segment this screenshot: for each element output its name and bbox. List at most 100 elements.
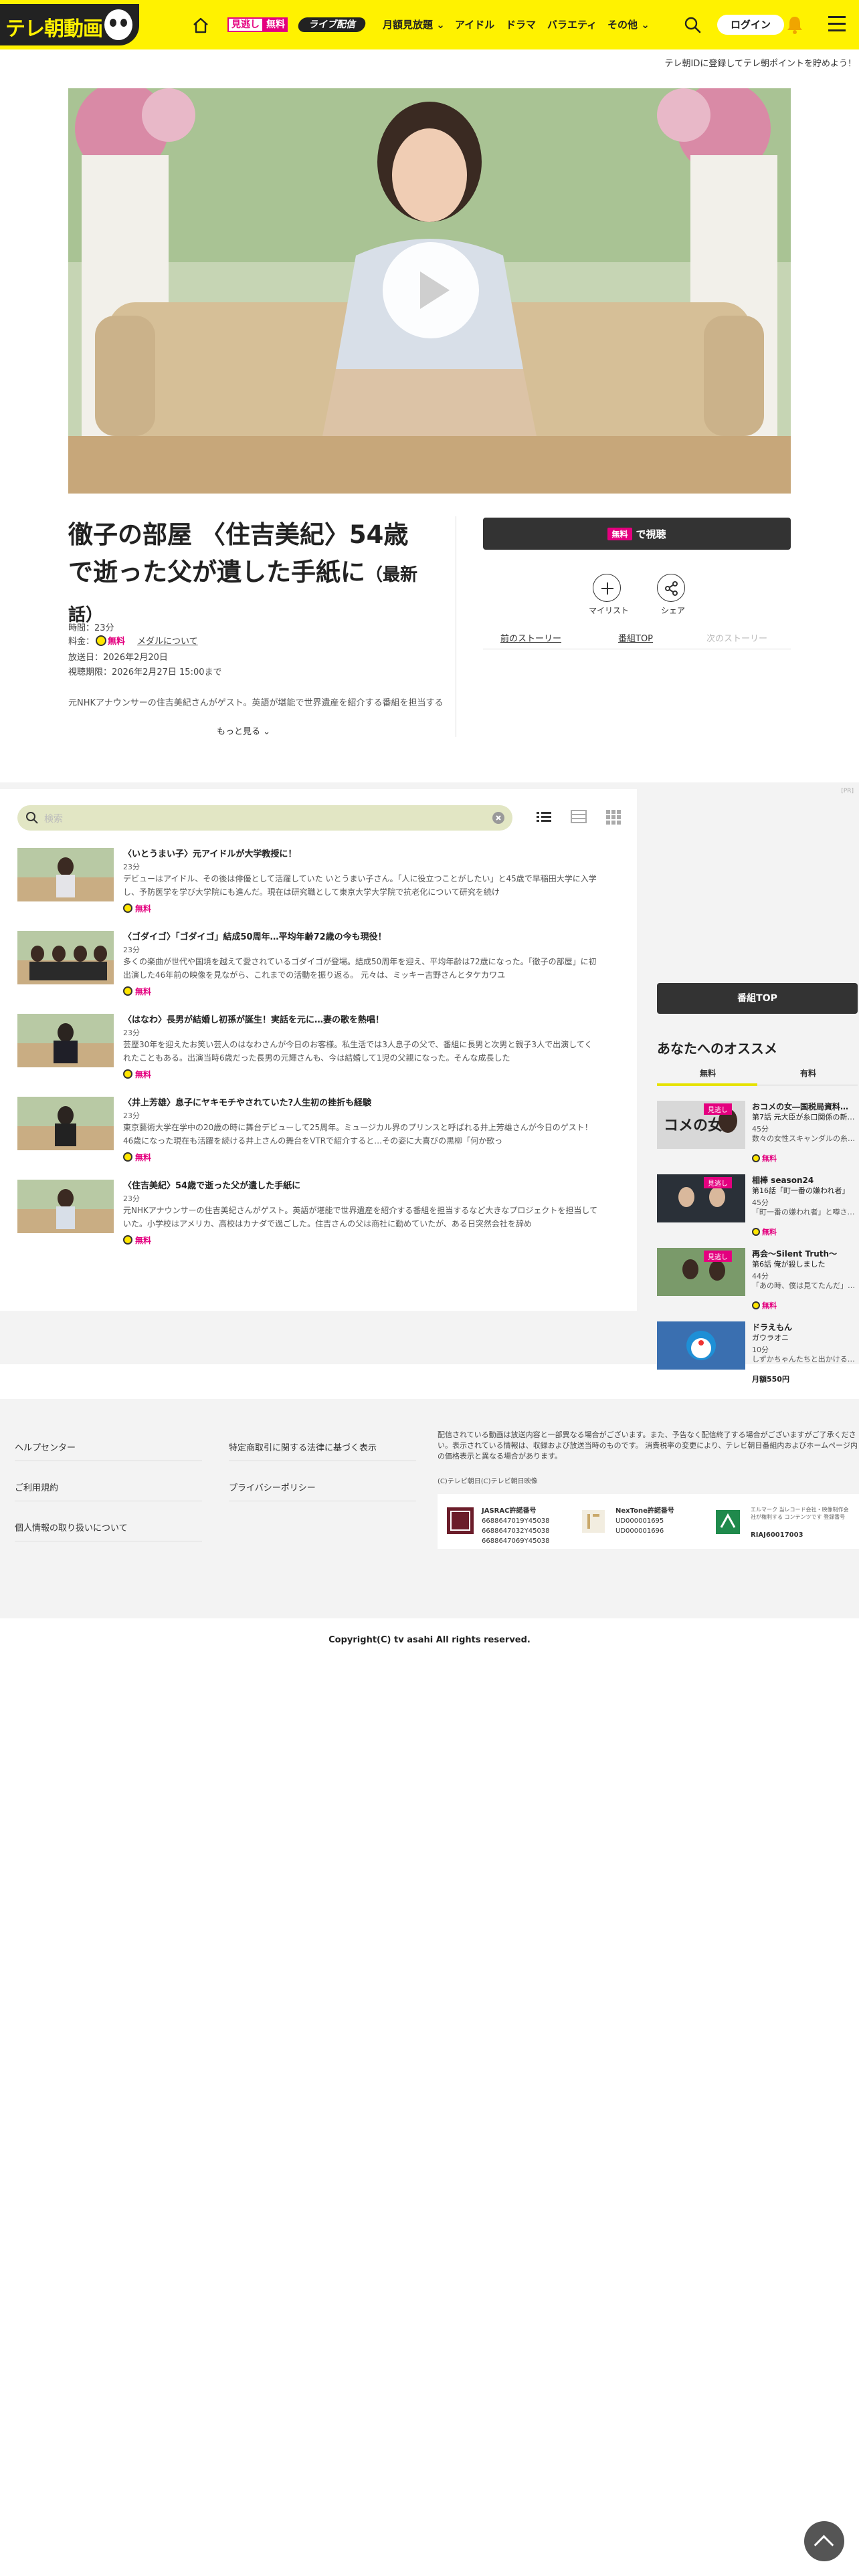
next-story-link: 次のストーリー [706, 634, 768, 644]
clear-icon[interactable] [492, 812, 504, 824]
episode-title-text: 徹子の部屋 〈住吉美紀〉54歳で逝った父が遺した手紙に [68, 520, 409, 586]
episode-item-title: 〈ゴダイゴ〉「ゴダイゴ」結成50周年…平均年齢72歳の今も現役！ [123, 932, 387, 942]
episode-item-duration: 23分 [123, 946, 140, 954]
nav-drama[interactable]: ドラマ [506, 17, 536, 31]
video-player[interactable] [68, 88, 791, 494]
grid-view-icon[interactable] [605, 808, 622, 825]
medal-link[interactable]: メダルについて [137, 637, 198, 647]
point-notice[interactable]: テレ朝IDに登録してテレ朝ポイントを貯めよう！ [665, 56, 856, 69]
mitoshi-free-link[interactable]: 見逃し 無料 [227, 17, 288, 32]
live-link[interactable]: ライブ配信 [296, 17, 367, 32]
search-icon[interactable] [682, 15, 702, 35]
episode-item[interactable]: 〈はなわ〉長男が結婚し初孫が誕生！実話を元に…妻の歌を熱唱！ 23分 芸歴30年… [17, 1012, 619, 1079]
nav-idol[interactable]: アイドル [455, 17, 494, 31]
free-coin-icon [123, 1069, 132, 1079]
mylist-label: マイリスト [589, 606, 630, 615]
watch-button[interactable]: 無料 で視聴 [483, 518, 791, 550]
svg-text:コメの女: コメの女 [664, 1117, 723, 1134]
recommend-item-title: 再会～Silent Truth～ [752, 1249, 838, 1259]
episode-item-free: 無料 [123, 986, 151, 997]
jasrac-number: 6688647069Y45038 [482, 1537, 550, 1545]
nextone-title: NexTone許諾番号 [615, 1507, 674, 1515]
hamburger-menu-icon[interactable] [828, 16, 848, 32]
play-button[interactable] [383, 242, 479, 338]
recommend-tag: 見逃し [704, 1103, 732, 1115]
recommend-item[interactable]: 見逃し 再会～Silent Truth～ 第6話 俺が殺しました 44分 「あの… [657, 1248, 858, 1310]
footer-link-terms[interactable]: ご利用規約 [15, 1481, 58, 1493]
recommend-thumbnail [657, 1321, 745, 1370]
site-header: テレ朝動画 見逃し 無料 ライブ配信 月額見放題 ⌄ アイドル ドラマ バラエテ… [0, 0, 859, 49]
plus-icon [601, 582, 613, 595]
episode-item-free-label: 無料 [135, 1070, 152, 1079]
footer-link-privacy-handling[interactable]: 個人情報の取り扱いについて [15, 1521, 128, 1533]
footer-link-tokushoho[interactable]: 特定商取引に関する法律に基づく表示 [229, 1440, 377, 1453]
site-logo[interactable]: テレ朝動画 [0, 4, 139, 45]
recommend-item[interactable]: ドラえもん ガウラオニ 10分 しずかちゃんたちと出かける… 月額550円 [657, 1321, 858, 1384]
footer-note: 配信されている動画は放送内容と一部異なる場合がございます。また、予告なく配信終了… [438, 1430, 858, 1461]
recommend-item-title: 相棒 season24 [752, 1176, 814, 1185]
episode-item-free: 無料 [123, 1152, 151, 1163]
recommend-item-free-label: 無料 [762, 1154, 777, 1163]
nextone-logo-icon [582, 1510, 605, 1533]
recommend-item[interactable]: 見逃し 相棒 season24 第16話「町一番の嫌われ者」 45分 「町一番の… [657, 1174, 858, 1237]
share-button[interactable] [657, 574, 685, 602]
share-icon [665, 581, 678, 596]
episode-item[interactable]: 〈住吉美紀〉54歳で逝った父が遺した手紙に 23分 元NHKアナウンサーの住吉美… [17, 1178, 619, 1245]
riaj-license: エルマーク 当レコード会社・映像制作会社が権利する コンテンツです 登録番号 [751, 1506, 851, 1521]
login-button[interactable]: ログイン [717, 15, 784, 35]
recommend-item-episode: 第16話「町一番の嫌われ者」 [752, 1186, 850, 1195]
episode-item-summary: 東京藝術大学在学中の20歳の時に舞台デビューして25周年。ミュージカル界のプリン… [123, 1123, 593, 1146]
program-top-link[interactable]: 番組TOP [618, 631, 653, 644]
episode-item-duration: 23分 [123, 1029, 140, 1037]
episode-item-summary: デビューはアイドル、その後は俳優として活躍していた いとうまい子さん。「人に役立… [123, 874, 597, 897]
nav-other[interactable]: その他 ⌄ [607, 17, 650, 31]
detail-view-icon[interactable] [570, 808, 587, 825]
episode-item[interactable]: 〈ゴダイゴ〉「ゴダイゴ」結成50周年…平均年齢72歳の今も現役！ 23分 多くの… [17, 930, 619, 996]
episode-title: 徹子の部屋 〈住吉美紀〉54歳で逝った父が遺した手紙に（最新話） [68, 516, 430, 634]
nav-variety[interactable]: バラエティ [547, 17, 597, 31]
list-view-icon[interactable] [535, 808, 553, 825]
footer-copy-small: (C)テレビ朝日(C)テレビ朝日映像 [438, 1478, 538, 1485]
recommend-item-episode: ガウラオニ [752, 1333, 789, 1342]
jasrac-number: 6688647019Y45038 [482, 1517, 550, 1525]
recommend-tag: 見逃し [704, 1177, 732, 1188]
nextone-number: UD000001696 [615, 1527, 664, 1535]
episode-thumbnail [17, 1014, 114, 1067]
footer-link-help[interactable]: ヘルプセンター [15, 1440, 76, 1453]
recommend-item-free: 無料 [752, 1300, 777, 1311]
free-coin-icon [123, 903, 132, 913]
deadline: 視聴期限：2026年2月27日 15:00まで [68, 667, 222, 677]
mitoshi-free-label: 無料 [264, 17, 288, 32]
more-label: もっと見る [217, 727, 261, 737]
footer-link-privacy-policy[interactable]: プライバシーポリシー [229, 1481, 316, 1493]
logo-mascot-icon [102, 7, 135, 43]
recommend-title: あなたへのオススメ [657, 1041, 777, 1057]
episode-item[interactable]: 〈井上芳雄〉息子にヤキモチやされていた?人生初の挫折も経験 23分 東京藝術大学… [17, 1095, 619, 1162]
scroll-to-top-button[interactable] [804, 2521, 844, 2561]
recommend-item-free-label: 無料 [762, 1301, 777, 1310]
jasrac-title: JASRAC許諾番号 [482, 1507, 537, 1515]
episode-search-input[interactable]: 検索 [17, 805, 512, 831]
duration: 時間：23分 [68, 623, 114, 633]
fee-label: 料金： [68, 637, 95, 647]
bell-icon[interactable] [784, 13, 805, 36]
recommend-item-summary: 「町一番の嫌われ者」と噂さ… [752, 1208, 855, 1216]
tab-paid[interactable]: 有料 [800, 1067, 816, 1079]
more-button[interactable]: もっと見る ⌄ [217, 724, 270, 737]
nav-monthly[interactable]: 月額見放題 ⌄ [383, 17, 445, 31]
episode-item[interactable]: 〈いとうまい子〉元アイドルが大学教授に！ 23分 デビューはアイドル、その後は俳… [17, 847, 619, 914]
chevron-down-icon: ⌄ [641, 19, 650, 31]
program-top-button[interactable]: 番組TOP [657, 983, 858, 1014]
recommend-item-summary: 数々の女性スキャンダルの糸… [752, 1134, 855, 1143]
home-icon[interactable] [191, 16, 210, 35]
episode-item-title: 〈はなわ〉長男が結婚し初孫が誕生！実話を元に…妻の歌を熱唱！ [123, 1015, 385, 1025]
nav-other-label: その他 [607, 19, 638, 31]
episode-item-duration: 23分 [123, 1111, 140, 1120]
episode-item-title: 〈住吉美紀〉54歳で逝った父が遺した手紙に [123, 1181, 301, 1191]
prev-story-link[interactable]: 前のストーリー [500, 631, 561, 644]
recommend-item-free-label: 無料 [762, 1228, 777, 1237]
recommend-item-free: 無料 [752, 1153, 777, 1164]
tab-free[interactable]: 無料 [700, 1067, 716, 1079]
recommend-item[interactable]: コメの女 見逃し おコメの女―国税局資料… 第7話 元大臣が糸口関係の新… 45… [657, 1101, 858, 1163]
mylist-button[interactable] [593, 574, 621, 602]
